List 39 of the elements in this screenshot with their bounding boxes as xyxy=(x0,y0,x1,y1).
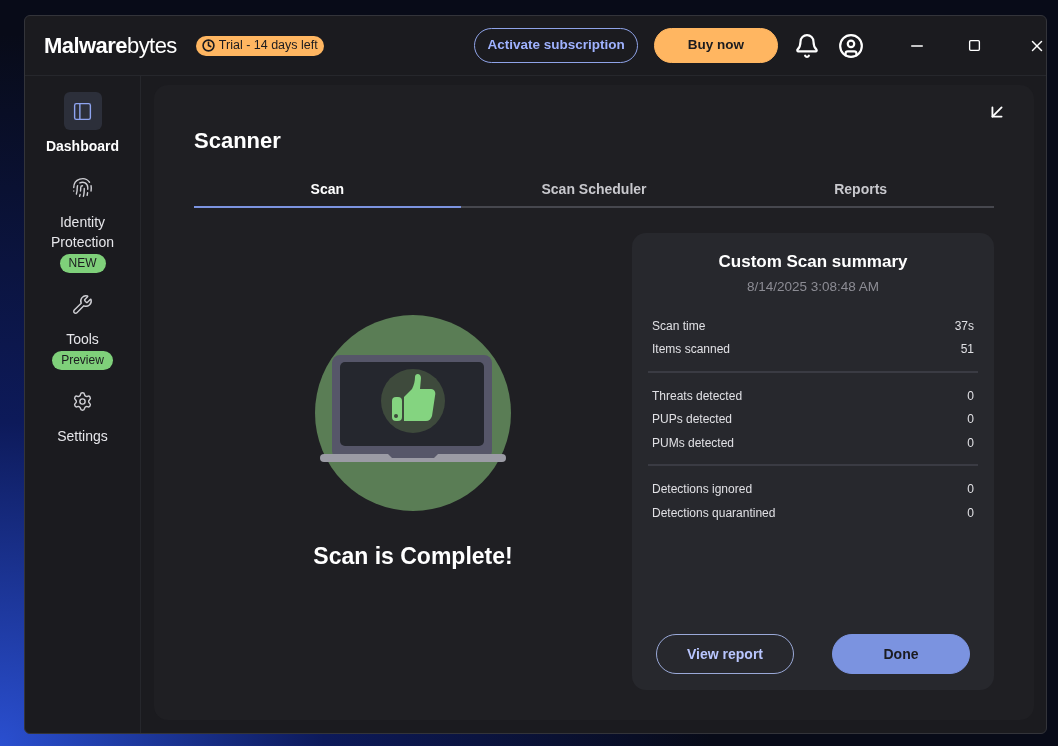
app-logo: Malwarebytes xyxy=(44,32,177,60)
notifications-icon[interactable] xyxy=(794,32,820,59)
summary-label: PUPs detected xyxy=(652,411,733,429)
summary-label: Detections quarantined xyxy=(652,504,776,522)
fingerprint-icon xyxy=(72,176,93,198)
sidebar-item[interactable]: Identity Protection NEW xyxy=(28,168,137,273)
trial-badge: Trial - 14 days left xyxy=(195,35,324,56)
summary-value: 0 xyxy=(967,387,974,405)
panel-icon xyxy=(72,100,93,122)
summary-label: PUMs detected xyxy=(652,434,735,452)
buy-button[interactable]: Buy now xyxy=(653,28,778,63)
sidebar-item[interactable]: Dashboard xyxy=(28,92,137,156)
summary-label: Detections ignored xyxy=(652,481,753,499)
summary-title: Custom Scan summary xyxy=(717,251,909,273)
scan-status: Scan is Complete! xyxy=(313,542,513,571)
sidebar-item[interactable]: Tools Preview xyxy=(28,285,137,370)
settings-icon xyxy=(72,390,93,412)
summary-value: 51 xyxy=(960,341,974,359)
account-icon[interactable] xyxy=(838,32,864,59)
done-button[interactable]: Done xyxy=(832,634,970,674)
summary-label: Threats detected xyxy=(652,387,743,405)
feature-badge: Preview xyxy=(52,351,113,370)
feature-badge: NEW xyxy=(59,254,106,273)
summary-value: 0 xyxy=(967,481,974,499)
tab[interactable]: Scan xyxy=(194,172,461,208)
wrench-icon xyxy=(72,293,93,315)
sidebar-item[interactable]: Settings xyxy=(28,382,137,446)
summary-timestamp: 8/14/2025 3:08:48 AM xyxy=(745,277,881,296)
tab[interactable]: Scan Scheduler xyxy=(460,172,728,208)
summary-value: 0 xyxy=(967,504,974,522)
clock-icon xyxy=(201,39,215,52)
summary-label: Items scanned xyxy=(652,341,731,359)
tab[interactable]: Reports xyxy=(727,172,994,208)
summary-value: 0 xyxy=(967,411,974,429)
summary-value: 37s xyxy=(954,317,974,335)
maximize-icon[interactable] xyxy=(968,39,981,52)
summary-label: Scan time xyxy=(652,317,706,335)
summary-value: 0 xyxy=(967,434,974,452)
page-title: Scanner xyxy=(194,127,282,155)
